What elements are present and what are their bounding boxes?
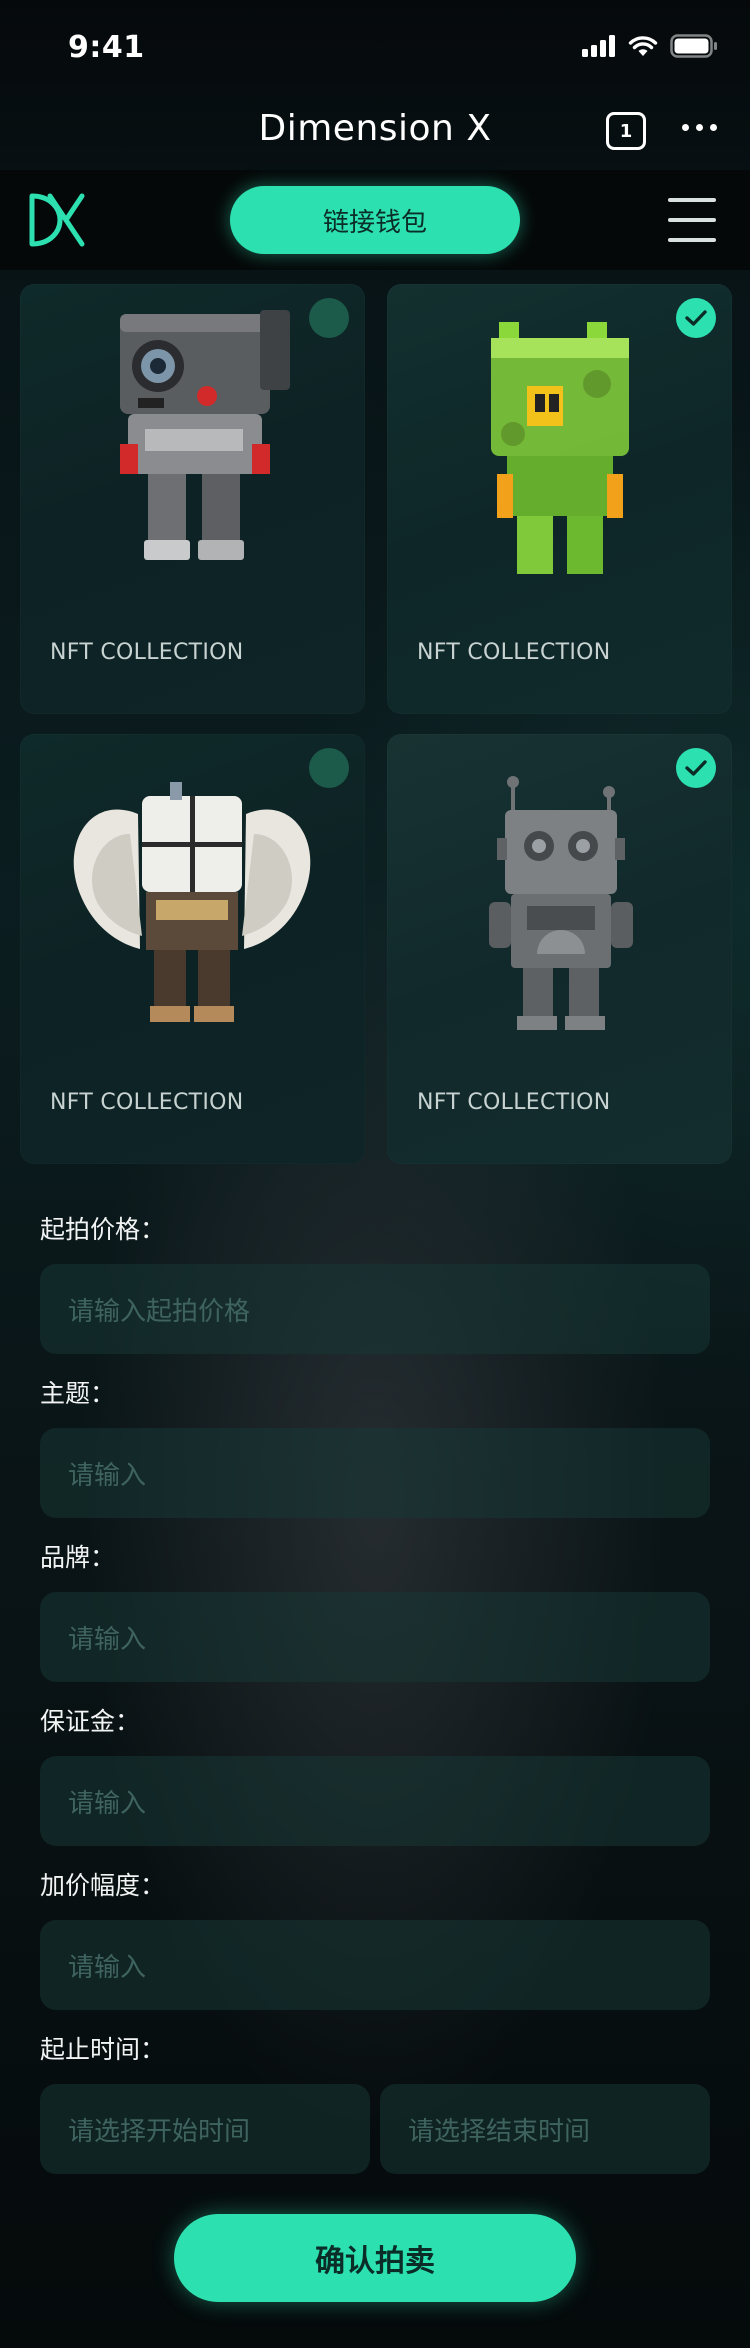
deposit-label: 保证金：: [40, 1707, 141, 1736]
app-header: 链接钱包: [0, 170, 750, 270]
connect-wallet-button[interactable]: 链接钱包: [230, 186, 520, 254]
tab-count-button[interactable]: 1: [606, 112, 646, 150]
card-title: NFT COLLECTION: [50, 1090, 244, 1115]
brand-label: 品牌：: [40, 1543, 116, 1572]
nav-bar: Dimension X 1: [0, 96, 750, 170]
wifi-icon: [628, 36, 658, 56]
status-bar: 9:41: [0, 0, 750, 96]
more-button[interactable]: [682, 124, 717, 131]
time-range-label: 起止时间：: [40, 2035, 166, 2064]
brand-input[interactable]: 请输入: [40, 1592, 710, 1682]
start-time-picker[interactable]: 请选择开始时间: [40, 2084, 370, 2174]
winged-robot-figure: [73, 782, 311, 1022]
battery-icon: [670, 34, 717, 58]
theme-label: 主题：: [40, 1379, 116, 1408]
nft-card[interactable]: NFT COLLECTION: [20, 734, 365, 1164]
card-title: NFT COLLECTION: [417, 1090, 611, 1115]
increment-label: 加价幅度：: [40, 1871, 166, 1900]
dimension-x-logo: [29, 193, 85, 247]
more-dot-icon: [682, 124, 689, 131]
end-time-picker[interactable]: 请选择结束时间: [380, 2084, 710, 2174]
confirm-auction-button[interactable]: 确认拍卖: [174, 2214, 576, 2302]
camera-robot-figure: [120, 310, 290, 560]
status-time: 9:41: [68, 30, 145, 65]
metal-robot-figure: [489, 776, 633, 1030]
nft-card[interactable]: NFT COLLECTION: [387, 734, 732, 1164]
more-dot-icon: [696, 124, 703, 131]
hamburger-menu-icon[interactable]: [668, 198, 716, 242]
card-title: NFT COLLECTION: [50, 640, 244, 665]
deposit-input[interactable]: 请输入: [40, 1756, 710, 1846]
card-title: NFT COLLECTION: [417, 640, 611, 665]
price-label: 起拍价格：: [40, 1215, 166, 1244]
signal-icon: [582, 35, 615, 57]
nft-card[interactable]: NFT COLLECTION: [387, 284, 732, 714]
more-dot-icon: [710, 124, 717, 131]
nft-card[interactable]: NFT COLLECTION: [20, 284, 365, 714]
status-icons: [582, 34, 718, 58]
increment-input[interactable]: 请输入: [40, 1920, 710, 2010]
price-input[interactable]: 请输入起拍价格: [40, 1264, 710, 1354]
green-crystal-robot-figure: [491, 322, 629, 574]
theme-input[interactable]: 请输入: [40, 1428, 710, 1518]
